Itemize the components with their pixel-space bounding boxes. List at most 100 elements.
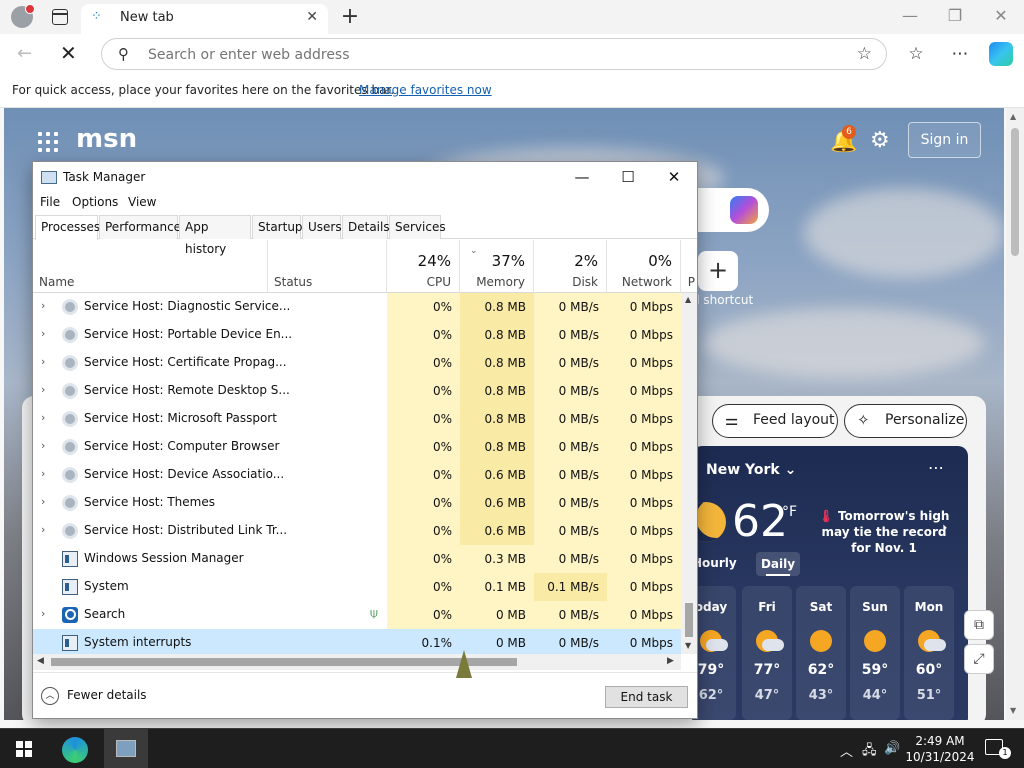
forecast-day[interactable]: Sat 62° 43° [796, 586, 846, 720]
browser-tab[interactable]: ⁘ New tab ✕ [81, 4, 328, 34]
network-icon[interactable]: 🖧 [862, 741, 877, 763]
expand-chevron-icon[interactable]: › [41, 607, 45, 620]
expand-chevron-icon[interactable]: › [41, 439, 45, 452]
task-manager-window[interactable]: Task Manager — ☐ ✕ File Options View Pro… [32, 161, 698, 719]
tab-app-history[interactable]: App history [179, 215, 251, 256]
add-shortcut-button[interactable]: + [698, 251, 738, 291]
tm-maximize-button[interactable]: ☐ [608, 165, 648, 189]
copilot-icon[interactable] [989, 42, 1013, 66]
column-power[interactable]: P [681, 240, 697, 293]
start-windows-icon[interactable] [16, 741, 32, 757]
tray-chevron-up-icon[interactable]: ︿ [840, 741, 853, 760]
close-tab-icon[interactable]: ✕ [306, 9, 318, 25]
tab-startup[interactable]: Startup [252, 215, 303, 239]
clock[interactable]: 2:49 AM 10/31/2024 [904, 733, 976, 765]
manage-favorites-link[interactable]: Manage favorites now [359, 83, 492, 97]
tab-details[interactable]: Details [342, 215, 390, 239]
menu-options[interactable]: Options [72, 195, 118, 209]
end-task-button[interactable]: End task [605, 686, 688, 708]
task-manager-taskbar-button[interactable] [104, 729, 148, 768]
weather-card[interactable]: New York ⌄ ⋯ 62 °F 🌡 Tomorrow's high may… [686, 446, 968, 720]
weather-alert[interactable]: 🌡 Tomorrow's high may tie the record for… [818, 508, 950, 556]
table-row[interactable]: › Search ⍦ 0% 0 MB 0 MB/s 0 Mbps [33, 601, 681, 629]
column-status[interactable]: Status [268, 240, 387, 293]
profile-avatar[interactable] [11, 4, 35, 28]
alert-chevron-icon[interactable]: › [942, 520, 948, 536]
expand-icon[interactable]: ⤢ [964, 644, 994, 674]
collapse-chevron-icon[interactable]: ︿ [41, 687, 59, 705]
expand-chevron-icon[interactable]: › [41, 355, 45, 368]
column-cpu[interactable]: 24% CPU [387, 240, 460, 293]
table-row[interactable]: › Service Host: Portable Device En... 0%… [33, 321, 681, 349]
menu-file[interactable]: File [40, 195, 60, 209]
table-row[interactable]: › Service Host: Diagnostic Service... 0%… [33, 293, 681, 321]
process-list[interactable]: › Service Host: Diagnostic Service... 0%… [33, 293, 681, 654]
table-row[interactable]: System 0% 0.1 MB 0.1 MB/s 0 Mbps [33, 573, 681, 601]
expand-chevron-icon[interactable]: › [41, 467, 45, 480]
address-input[interactable] [148, 44, 828, 66]
feed-layout-button[interactable]: ⚌ Feed layout [712, 404, 838, 438]
address-bar[interactable]: ⚲ ☆ [101, 38, 887, 70]
tab-performance[interactable]: Performance [99, 215, 181, 239]
expand-chevron-icon[interactable]: › [41, 523, 45, 536]
share-icon[interactable]: ⧉ [964, 610, 994, 640]
hourly-tab[interactable]: Hourly [692, 556, 737, 570]
settings-gear-icon[interactable]: ⚙ [870, 128, 890, 153]
table-row[interactable]: › Service Host: Computer Browser 0% 0.8 M… [33, 433, 681, 461]
process-list-vertical-scrollbar[interactable]: ▲ ▼ [681, 293, 697, 654]
minimize-window-button[interactable]: — [895, 6, 925, 25]
table-row[interactable]: › Service Host: Remote Desktop S... 0% 0.… [33, 377, 681, 405]
msn-logo[interactable]: msn [76, 124, 137, 154]
favorite-star-icon[interactable]: ☆ [857, 44, 872, 64]
process-list-horizontal-scrollbar[interactable]: ◀ ▶ [33, 654, 681, 670]
close-window-button[interactable]: ✕ [986, 6, 1016, 25]
more-options-icon[interactable]: ⋯ [949, 44, 971, 64]
window-app-icon [62, 551, 78, 567]
forecast-day[interactable]: Mon 60° 51° [904, 586, 954, 720]
table-row[interactable]: › Service Host: Distributed Link Tr... 0… [33, 517, 681, 545]
stop-loading-button[interactable]: ✕ [60, 41, 77, 65]
apps-grid-icon[interactable] [38, 132, 58, 152]
table-row[interactable]: › Service Host: Device Associatio... 0% 0… [33, 461, 681, 489]
volume-icon[interactable]: 🔊 [884, 741, 900, 756]
column-network[interactable]: 0% Network [607, 240, 681, 293]
tab-actions-icon[interactable] [52, 9, 68, 25]
fewer-details-link[interactable]: Fewer details [67, 688, 147, 702]
expand-chevron-icon[interactable]: › [41, 495, 45, 508]
expand-chevron-icon[interactable]: › [41, 411, 45, 424]
sign-in-button[interactable]: Sign in [908, 122, 981, 158]
table-row[interactable]: Windows Session Manager 0% 0.3 MB 0 MB/s 0 … [33, 545, 681, 573]
menu-view[interactable]: View [128, 195, 156, 209]
forecast-day[interactable]: Sun 59° 44° [850, 586, 900, 720]
weather-city[interactable]: New York ⌄ [706, 462, 796, 478]
edge-browser-icon[interactable] [62, 737, 88, 763]
table-row[interactable]: › Service Host: Certificate Propag... 0%… [33, 349, 681, 377]
tab-users[interactable]: Users [302, 215, 342, 239]
task-manager-icon [116, 740, 136, 757]
page-scrollbar[interactable]: ▲ ▼ [1006, 108, 1024, 720]
column-name[interactable]: Name [33, 240, 268, 293]
copilot-search-icon[interactable] [730, 196, 758, 224]
loading-icon: ⁘ [91, 9, 102, 24]
favorites-icon[interactable]: ☆ [905, 44, 927, 64]
restore-window-button[interactable]: ❐ [940, 6, 970, 25]
tab-services[interactable]: Services [389, 215, 446, 239]
table-row[interactable]: › Service Host: Themes 0% 0.6 MB 0 MB/s 0 M… [33, 489, 681, 517]
service-gear-icon [62, 523, 78, 539]
task-manager-titlebar[interactable]: Task Manager — ☐ ✕ [33, 162, 697, 192]
expand-chevron-icon[interactable]: › [41, 299, 45, 312]
weather-more-icon[interactable]: ⋯ [928, 458, 944, 477]
table-row[interactable]: › Service Host: Microsoft Passport 0% 0.8… [33, 405, 681, 433]
tab-processes[interactable]: Processes [35, 215, 100, 240]
tm-minimize-button[interactable]: — [562, 165, 602, 189]
new-tab-button[interactable]: + [340, 4, 360, 29]
tm-close-button[interactable]: ✕ [654, 165, 694, 189]
daily-tab[interactable]: Daily [756, 552, 800, 576]
expand-chevron-icon[interactable]: › [41, 327, 45, 340]
column-disk[interactable]: 2% Disk [534, 240, 607, 293]
back-button[interactable]: ← [17, 43, 32, 64]
expand-chevron-icon[interactable]: › [41, 383, 45, 396]
personalize-button[interactable]: ✧ Personalize [844, 404, 967, 438]
forecast-day[interactable]: Fri 77° 47° [742, 586, 792, 720]
table-row[interactable]: System interrupts 0.1% 0 MB 0 MB/s 0 Mbps [33, 629, 681, 654]
